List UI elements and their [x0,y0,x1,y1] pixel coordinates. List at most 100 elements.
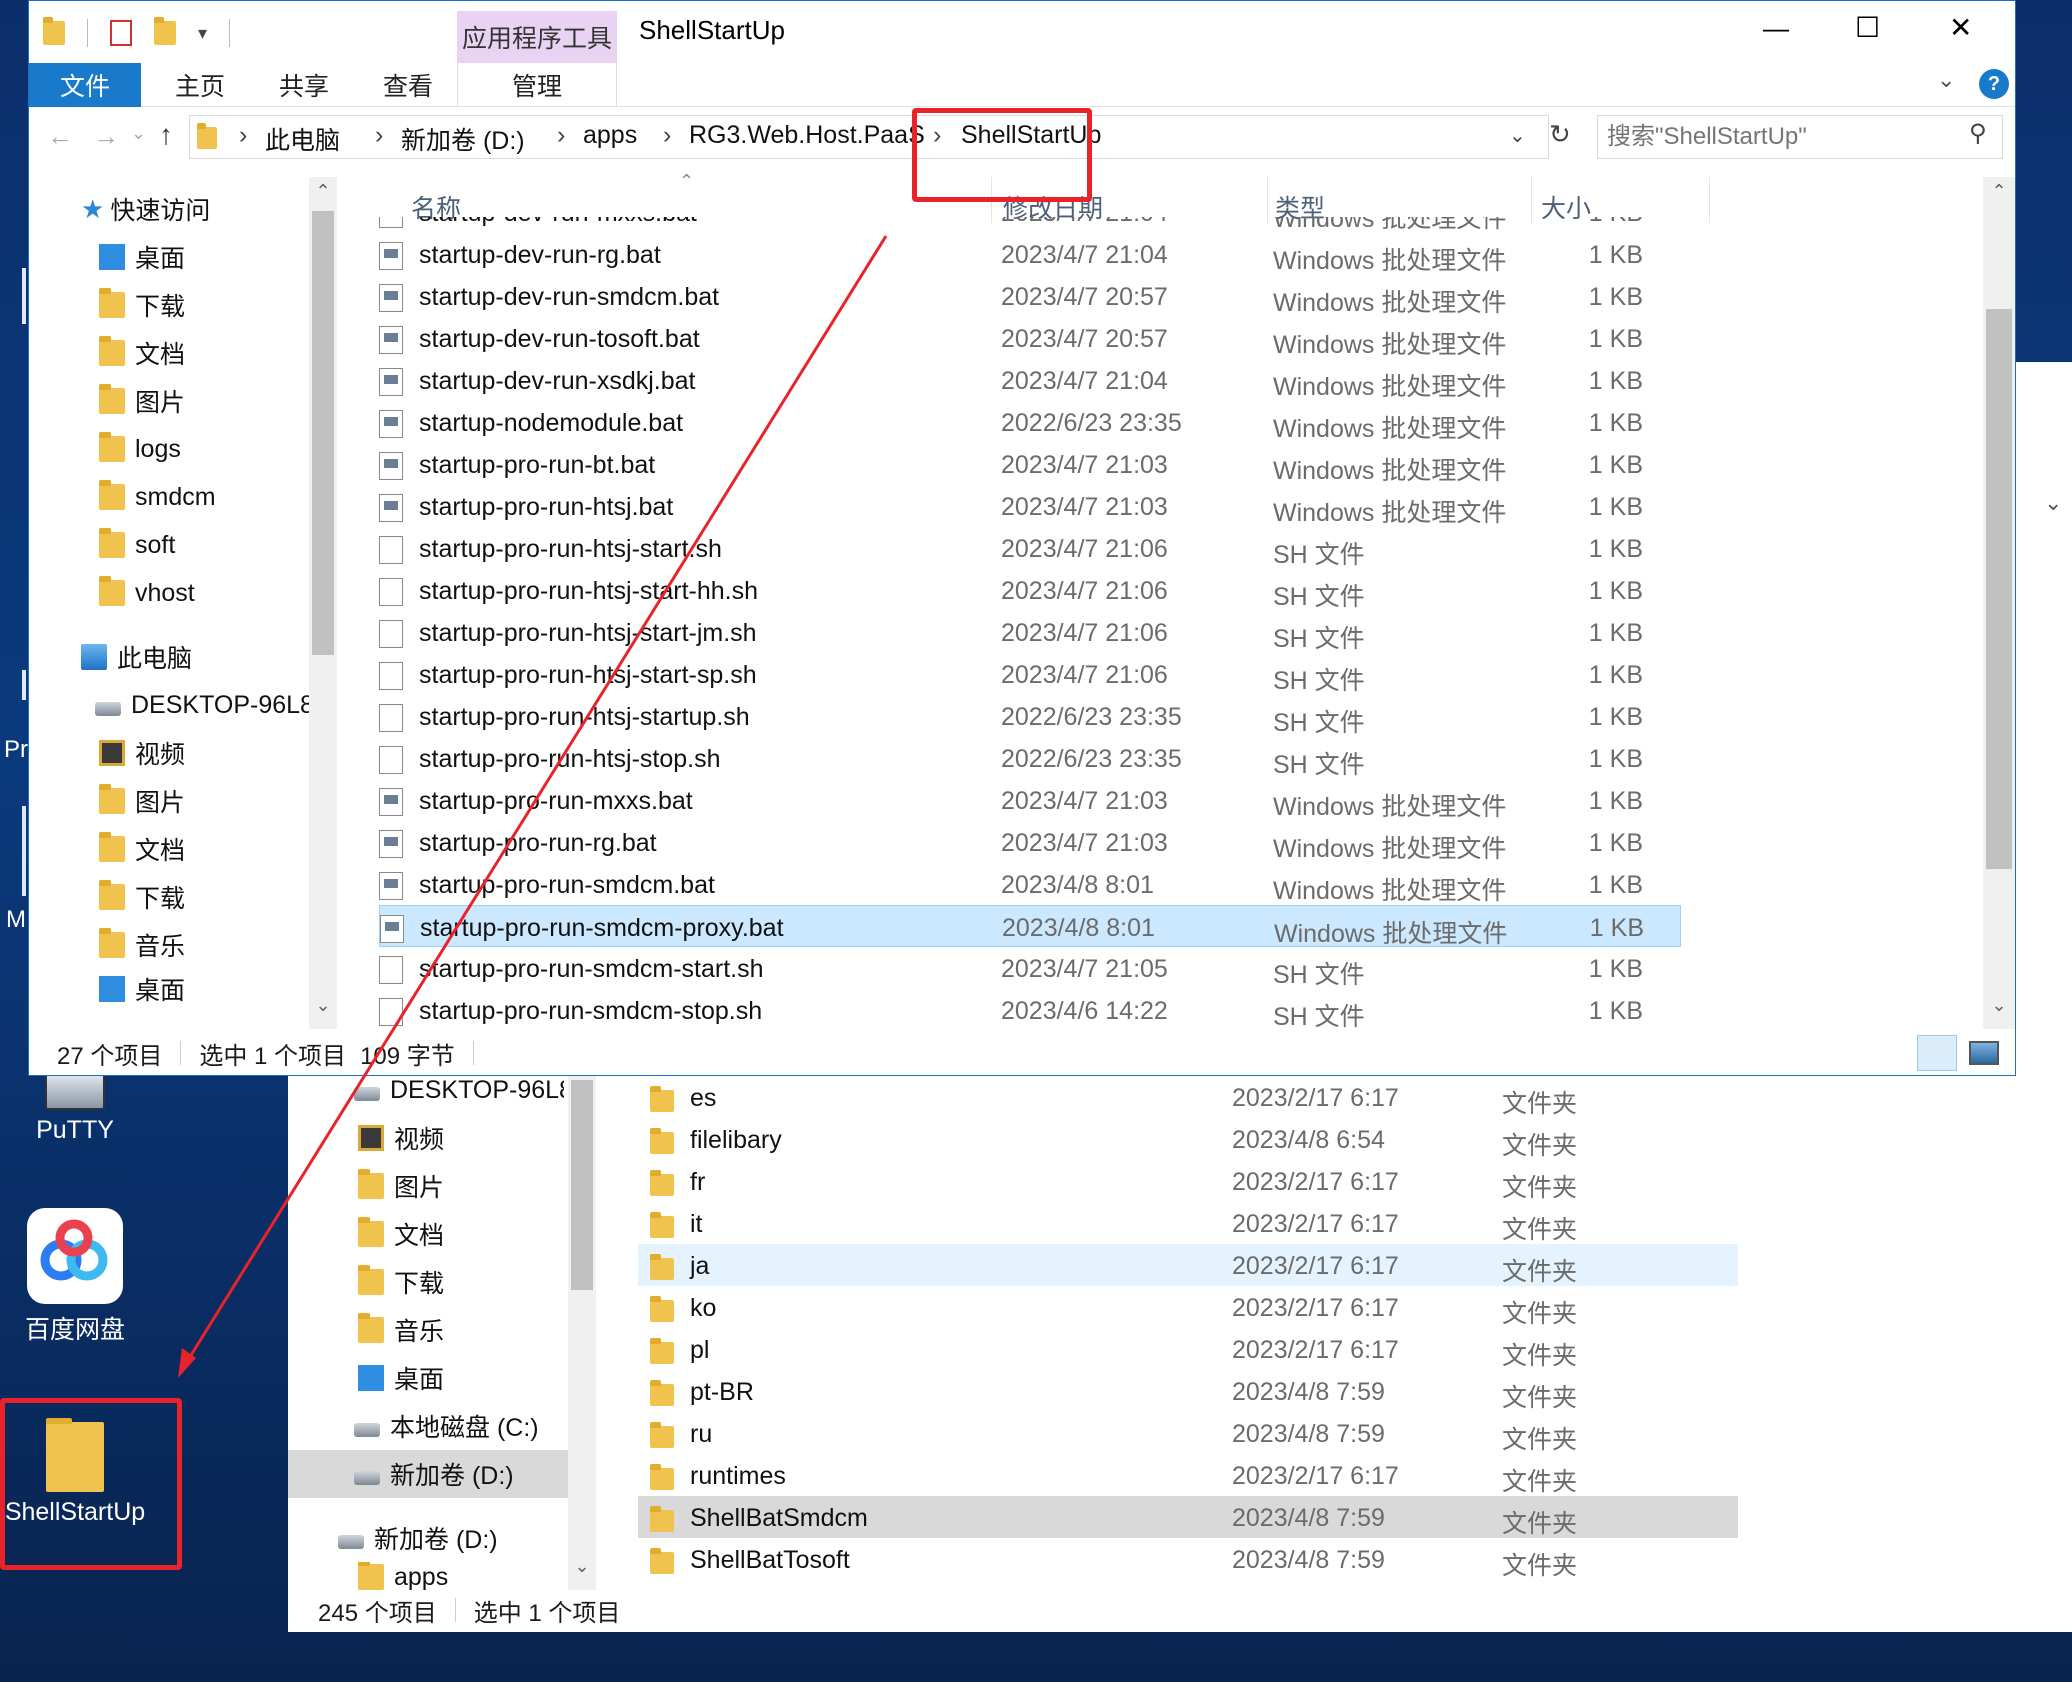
file-row[interactable]: startup-pro-run-bt.bat 2023/4/7 21:03 Wind… [379,443,1681,485]
close-button[interactable]: ✕ [1949,11,1972,44]
scroll-down-arrow[interactable]: ⌄ [309,995,337,1016]
scroll-thumb[interactable] [1986,309,2012,869]
nav-item-drive-d-selected[interactable]: 新加卷 (D:) [288,1450,568,1498]
properties-icon[interactable] [110,20,132,46]
breadcrumb-this-pc[interactable]: 此电脑 [265,121,340,157]
file-list-scrollbar[interactable]: ⌃ ⌄ [1983,177,2015,1029]
breadcrumb-apps[interactable]: apps [583,121,637,150]
recent-locations-icon[interactable]: ⌄ [131,123,146,144]
expand-ribbon-icon[interactable]: ⌄ [1937,67,1955,93]
refresh-icon[interactable]: ↻ [1549,119,1571,150]
scroll-thumb[interactable] [571,1080,593,1290]
file-row[interactable]: startup-pro-run-htsj-start-hh.sh 2023/4/7… [379,569,1681,611]
nav-item-documents-pc[interactable]: 文档 [99,825,185,873]
nav-item-pictures-pc[interactable]: 图片 [99,777,185,825]
desktop-icon-baidu-netdisk[interactable]: 百度网盘 [0,1208,150,1346]
scroll-up-arrow[interactable]: ⌃ [1983,181,2015,202]
nav-item-pictures[interactable]: 图片📌 [99,377,309,425]
nav-item-desktop-pc2[interactable]: 桌面 [99,969,185,1009]
nav-item-soft[interactable]: soft [99,521,175,569]
breadcrumb-rg3[interactable]: RG3.Web.Host.PaaS [689,121,925,150]
nav-item-drive-c[interactable]: 本地磁盘 (C:) [354,1402,539,1450]
folder-row[interactable]: runtimes 2023/2/17 6:17 文件夹 [638,1454,1738,1496]
nav-scrollbar[interactable]: ⌃ ⌄ [309,177,337,1029]
folder-row[interactable]: ru 2023/4/8 7:59 文件夹 [638,1412,1738,1454]
new-folder-icon[interactable] [154,17,176,45]
nav-item-quick-access[interactable]: ★ 快速访问 [81,185,210,233]
nav-item-apps[interactable]: apps [358,1562,448,1592]
help-icon[interactable]: ? [1979,69,2009,99]
file-row[interactable]: startup-pro-run-htsj.bat 2023/4/7 21:03 Wi… [379,485,1681,527]
tab-home[interactable]: 主页 [155,63,245,107]
search-input[interactable] [1607,121,1947,153]
maximize-button[interactable]: ☐ [1855,11,1880,44]
tab-file[interactable]: 文件 [29,63,141,107]
nav-item-drive-d[interactable]: 新加卷 (D:) [338,1514,498,1562]
folder-row[interactable]: filelibary 2023/4/8 6:54 文件夹 [638,1118,1738,1160]
folder-row[interactable]: it 2023/2/17 6:17 文件夹 [638,1202,1738,1244]
nav-item-this-pc[interactable]: 此电脑 [81,633,192,681]
folder-row[interactable]: es 2023/2/17 6:17 文件夹 [638,1076,1738,1118]
folder-row[interactable]: ShellBatTosoft 2023/4/8 7:59 文件夹 [638,1538,1738,1580]
folder-row[interactable]: pt-BR 2023/4/8 7:59 文件夹 [638,1370,1738,1412]
scroll-down-arrow[interactable]: ⌄ [1983,995,2015,1016]
tab-view[interactable]: 查看 [363,63,453,107]
file-row[interactable]: startup-pro-run-htsj-stop.sh 2022/6/23 23… [379,737,1681,779]
folder-row[interactable]: pl 2023/2/17 6:17 文件夹 [638,1328,1738,1370]
customize-toolbar-icon[interactable]: ▾ [198,23,207,44]
nav-item-documents[interactable]: 文档📌 [99,329,309,377]
tab-share[interactable]: 共享 [259,63,349,107]
nav-item-downloads[interactable]: 下载📌 [99,281,309,329]
explorer-window-back[interactable]: DESKTOP-96L8( 视频 图片 文档 下载 音乐 桌面 本地磁盘 (C:… [288,1040,2072,1632]
scroll-down-arrow[interactable]: ⌄ [568,1556,596,1577]
folder-row[interactable]: ShellBatSmdcm 2023/4/8 7:59 文件夹 [638,1496,1738,1538]
back-button[interactable]: ← [47,121,73,152]
file-row[interactable]: startup-dev-run-rg.bat 2023/4/7 21:04 Wind… [379,233,1681,275]
scroll-up-arrow[interactable]: ⌃ [309,181,337,202]
nav-item-music-pc[interactable]: 音乐 [99,921,185,969]
search-icon[interactable]: ⚲ [1969,119,1987,148]
file-row[interactable]: startup-dev-run-mxxs.bat2023/4/7 21:04Wi… [379,217,1681,233]
desktop-icon-putty[interactable]: PuTTY [0,1070,150,1145]
nav-item-logs[interactable]: logs [99,425,181,473]
file-row[interactable]: startup-dev-run-xsdkj.bat 2023/4/7 21:04 W… [379,359,1681,401]
nav-item-music[interactable]: 音乐 [358,1306,444,1354]
file-row[interactable]: startup-pro-run-htsj-start-jm.sh 2023/4/7… [379,611,1681,653]
minimize-button[interactable]: — [1763,13,1789,44]
forward-button[interactable]: → [93,121,119,152]
file-row[interactable]: startup-pro-run-rg.bat 2023/4/7 21:03 Wind… [379,821,1681,863]
nav-item-desktop-pc[interactable]: DESKTOP-96L8( [95,681,309,729]
address-dropdown-icon[interactable]: ⌄ [1509,123,1526,148]
file-row[interactable]: startup-pro-run-htsj-start-sp.sh 2023/4/7… [379,653,1681,695]
file-row[interactable]: startup-pro-run-smdcm.bat 2023/4/8 8:01 Wi… [379,863,1681,905]
file-row[interactable]: startup-pro-run-mxxs.bat 2023/4/7 21:03 Wi… [379,779,1681,821]
nav-item-documents[interactable]: 文档 [358,1210,444,1258]
nav-scrollbar[interactable]: ⌄ [568,1040,596,1590]
file-row[interactable]: startup-nodemodule.bat 2022/6/23 23:35 Win… [379,401,1681,443]
up-button[interactable]: ↑ [159,119,173,151]
nav-item-vhost[interactable]: vhost [99,569,195,617]
nav-item-videos[interactable]: 视频 [358,1114,444,1162]
nav-item-smdcm[interactable]: smdcm [99,473,216,521]
nav-item-desktop[interactable]: 桌面📌 [99,233,309,281]
file-row[interactable]: startup-dev-run-smdcm.bat 2023/4/7 20:57 W… [379,275,1681,317]
file-row[interactable]: startup-pro-run-htsj-startup.sh 2022/6/23… [379,695,1681,737]
folder-row[interactable]: fr 2023/2/17 6:17 文件夹 [638,1160,1738,1202]
folder-row[interactable]: ja 2023/2/17 6:17 文件夹 [638,1244,1738,1286]
nav-item-pictures[interactable]: 图片 [358,1162,444,1210]
tab-manage[interactable]: 管理 [457,63,617,107]
nav-item-downloads[interactable]: 下载 [358,1258,444,1306]
file-row[interactable]: startup-pro-run-smdcm-stop.sh 2023/4/6 14… [379,989,1681,1029]
file-row[interactable]: startup-pro-run-htsj-start.sh 2023/4/7 21… [379,527,1681,569]
file-row[interactable]: startup-pro-run-smdcm-start.sh 2023/4/7 2… [379,947,1681,989]
nav-item-downloads-pc[interactable]: 下载 [99,873,185,921]
file-row[interactable]: startup-pro-run-smdcm-proxy.bat 2023/4/8 … [379,905,1681,948]
nav-item-videos[interactable]: 视频 [99,729,185,777]
column-divider[interactable] [1709,177,1710,223]
folder-row[interactable]: ko 2023/2/17 6:17 文件夹 [638,1286,1738,1328]
nav-item-desktop[interactable]: 桌面 [358,1354,444,1402]
details-view-icon[interactable] [1917,1035,1957,1071]
scroll-thumb[interactable] [312,211,334,655]
file-row[interactable]: startup-dev-run-tosoft.bat 2023/4/7 20:57… [379,317,1681,359]
breadcrumb-drive-d[interactable]: 新加卷 (D:) [401,121,525,157]
